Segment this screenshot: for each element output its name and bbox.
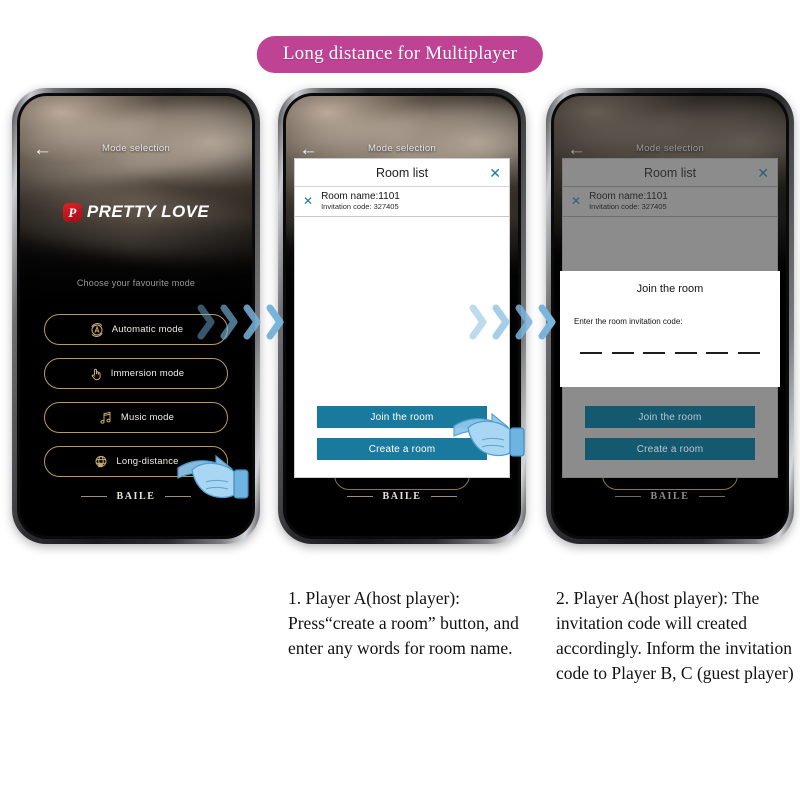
invitation-code-value: Invitation code: 327405	[589, 202, 667, 211]
globe-lock-icon	[93, 454, 109, 470]
mode-button-label: Automatic mode	[111, 324, 184, 335]
screen-title: Mode selection	[367, 143, 437, 154]
divider-left	[81, 496, 108, 497]
join-the-room-button[interactable]: Join the room	[317, 406, 487, 428]
caption-step-1: 1. Player A(host player): Press“create a…	[288, 588, 519, 658]
invitation-code-value: Invitation code: 327405	[321, 202, 399, 211]
screen-title: Mode selection	[635, 143, 705, 154]
dialog-actions: Join the room Create a room	[295, 406, 509, 477]
mode-button-label: Long-distance	[116, 456, 179, 467]
divider-right	[430, 496, 457, 497]
logo-subtitle: Choose your favourite mode	[76, 278, 196, 288]
code-blank[interactable]	[611, 352, 634, 354]
phone-screen-join-room: ← Mode selection remote mode BAILE	[554, 96, 786, 536]
phone-screen-room-list: ← Mode selection remote mode BAILE	[286, 96, 518, 536]
caption-step-2: 2. Player A(host player): The invitation…	[556, 588, 794, 683]
dialog-header: Room list ✕	[563, 159, 777, 187]
join-modal-title: Join the room	[636, 283, 704, 295]
room-list-item[interactable]: ✕ Room name:1101 Invitation code: 327405	[295, 187, 509, 217]
code-blank[interactable]	[643, 352, 666, 354]
invitation-code-input[interactable]	[574, 352, 766, 354]
join-the-room-button[interactable]: Join the room	[585, 406, 755, 428]
logo-wordmark: PRETTY LOVE	[86, 202, 210, 221]
code-blank[interactable]	[737, 352, 760, 354]
mode-button-automatic[interactable]: Automatic mode	[44, 314, 228, 345]
room-list-empty-area	[295, 217, 509, 406]
footer-brand-text: BAILE	[116, 491, 156, 502]
screenshot-root: Long distance for Multiplayer ← Mode sel…	[0, 0, 800, 800]
room-name-value: Room name:1101	[321, 191, 400, 202]
phone-mockup-1: ← Mode selection P PRETTY LOVE Choose yo…	[12, 88, 260, 544]
page-title-banner: Long distance for Multiplayer	[256, 36, 544, 73]
phone-mockup-2: ← Mode selection remote mode BAILE	[278, 88, 526, 544]
create-a-room-button[interactable]: Create a room	[585, 438, 755, 460]
mode-button-long-distance[interactable]: Long-distance	[44, 446, 228, 477]
phone-bezel: ← Mode selection remote mode BAILE	[283, 93, 521, 539]
divider-left	[615, 496, 642, 497]
dialog-title: Room list	[375, 165, 429, 180]
room-name-value: Room name:1101	[589, 191, 668, 202]
room-list-item[interactable]: ✕ Room name:1101 Invitation code: 327405	[563, 187, 777, 217]
remove-room-icon[interactable]: ✕	[571, 195, 581, 207]
music-note-icon	[98, 410, 114, 426]
dialog-actions: Join the room Create a room	[563, 406, 777, 477]
footer-brand-text: BAILE	[382, 491, 422, 502]
join-room-modal: Join the room Enter the room invitation …	[560, 271, 780, 387]
join-modal-label: Enter the room invitation code:	[574, 317, 683, 326]
remove-room-icon[interactable]: ✕	[303, 195, 313, 207]
divider-right	[698, 496, 725, 497]
mode-button-label: Immersion mode	[110, 368, 185, 379]
hand-tap-icon	[88, 366, 104, 382]
footer-brand: BAILE	[554, 491, 786, 502]
code-blank[interactable]	[674, 352, 697, 354]
close-icon[interactable]: ✕	[489, 166, 501, 180]
dialog-title: Room list	[643, 165, 697, 180]
brand-logo: P PRETTY LOVE	[20, 202, 252, 222]
mode-button-immersion[interactable]: Immersion mode	[44, 358, 228, 389]
room-item-texts: Room name:1101 Invitation code: 327405	[589, 191, 668, 211]
divider-left	[347, 496, 374, 497]
room-item-texts: Room name:1101 Invitation code: 327405	[321, 191, 400, 211]
footer-brand: BAILE	[286, 491, 518, 502]
mode-button-list: Automatic mode Immersion mode Music mode…	[44, 314, 228, 477]
create-a-room-button[interactable]: Create a room	[317, 438, 487, 460]
phone-bezel: ← Mode selection remote mode BAILE	[551, 93, 789, 539]
dialog-header: Room list ✕	[295, 159, 509, 187]
logo-badge-icon: P	[62, 202, 82, 222]
footer-brand-text: BAILE	[650, 491, 690, 502]
phone-bezel: ← Mode selection P PRETTY LOVE Choose yo…	[17, 93, 255, 539]
close-icon[interactable]: ✕	[757, 166, 769, 180]
circle-a-icon	[89, 322, 105, 338]
divider-right	[164, 496, 191, 497]
code-blank[interactable]	[706, 352, 729, 354]
room-list-dialog: Room list ✕ ✕ Room name:1101 Invitation …	[294, 158, 510, 478]
mode-button-label: Music mode	[120, 412, 175, 423]
code-blank[interactable]	[580, 352, 602, 354]
phone-mockup-3: ← Mode selection remote mode BAILE	[546, 88, 794, 544]
footer-brand: BAILE	[20, 491, 252, 502]
mode-button-music[interactable]: Music mode	[44, 402, 228, 433]
screen-title: Mode selection	[101, 143, 171, 154]
phone-screen-mode-selection: ← Mode selection P PRETTY LOVE Choose yo…	[20, 96, 252, 536]
